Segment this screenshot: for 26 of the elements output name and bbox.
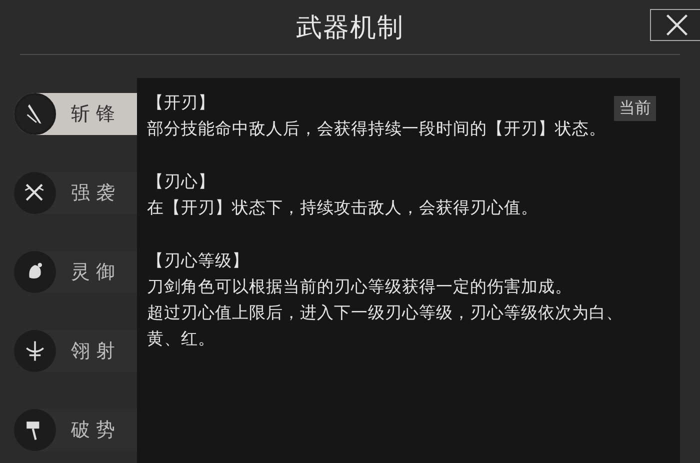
weapon-icon [14, 93, 56, 135]
section-heading: 【开刃】 [147, 92, 215, 114]
description-text: 刀剑角色可以根据当前的刃心等级获得一定的伤害加成。 [147, 276, 573, 298]
weapon-icon [14, 330, 56, 372]
weapon-label: 翎射 [71, 339, 121, 364]
weapon-tab[interactable]: 翎射 [14, 330, 137, 372]
section-heading: 【刃心】 [147, 171, 215, 193]
weapon-icon [14, 172, 56, 214]
window-title: 武器机制 [296, 12, 404, 44]
close-icon [664, 12, 690, 38]
weapon-icon [14, 251, 56, 293]
description-text: 在【开刃】状态下，持续攻击敌人，会获得刃心值。 [147, 197, 539, 219]
weapon-icon [14, 409, 56, 451]
weapon-tab[interactable]: 破势 [14, 409, 137, 451]
weapon-tab[interactable]: 强袭 [14, 172, 137, 214]
weapon-label: 斩锋 [71, 102, 121, 127]
weapon-label: 破势 [71, 418, 121, 443]
description-text: 部分技能命中敌人后，会获得持续一段时间的【开刃】状态。 [147, 118, 607, 140]
section-heading: 【刃心等级】 [147, 250, 249, 272]
description-text: 超过刃心值上限后，进入下一级刃心等级，刃心等级依次为白、黄、红。 [147, 302, 624, 350]
current-badge: 当前 [614, 96, 656, 121]
weapon-label: 强袭 [71, 181, 121, 206]
weapon-tab[interactable]: 灵御 [14, 251, 137, 293]
weapon-label: 灵御 [71, 260, 121, 285]
close-button[interactable] [650, 9, 700, 41]
weapon-tab[interactable]: 斩锋 [14, 93, 137, 135]
